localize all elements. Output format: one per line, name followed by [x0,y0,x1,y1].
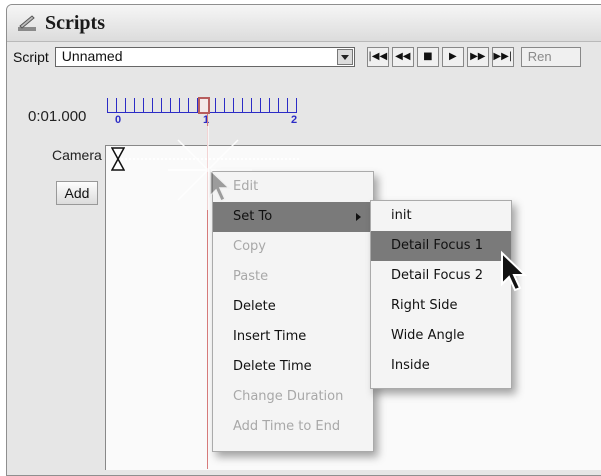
menu-item-delete[interactable]: Delete [213,292,373,322]
rename-button[interactable]: Ren [520,47,581,67]
fast-forward-icon: ▶▶ [470,51,486,62]
script-label: Script [13,49,49,65]
step-forward-button[interactable]: ▶▶ [466,47,489,67]
window-title: Scripts [45,11,105,34]
menu-item-delete-time[interactable]: Delete Time [213,352,373,382]
menu-item-paste: Paste [233,269,269,284]
tick-label-0: 0 [115,114,122,126]
skip-back-icon: |◀◀ [368,51,388,62]
submenu-item-wide-angle[interactable]: Wide Angle [371,321,511,351]
scripts-app-icon [17,13,37,33]
chevron-down-icon[interactable] [336,49,353,65]
go-to-end-button[interactable]: ▶▶| [491,47,514,67]
stop-button[interactable]: ■ [416,47,439,67]
script-select[interactable]: Unnamed [54,47,355,67]
playback-controls: |◀◀ ◀◀ ■ ▶ ▶▶ ▶▶| [366,47,517,67]
add-track-button[interactable]: Add [56,181,98,205]
go-to-start-button[interactable]: |◀◀ [366,47,389,67]
submenu-item-inside[interactable]: Inside [371,351,511,381]
step-back-button[interactable]: ◀◀ [391,47,414,67]
context-menu: Edit Set To Copy Paste Delete Insert Tim… [212,171,374,452]
menu-item-set-to-label: Set To [233,209,273,224]
submenu-item-right-side[interactable]: Right Side [371,291,511,321]
menu-item-set-to[interactable]: Set To [213,202,373,232]
menu-item-edit: Edit [233,179,259,194]
submenu-item-init[interactable]: init [371,201,511,231]
submenu-item-detail-focus-1[interactable]: Detail Focus 1 [371,231,511,261]
menu-item-add-time-to-end: Add Time to End [233,419,341,434]
play-icon: ▶ [448,51,457,62]
camera-track-label: Camera [52,147,102,163]
play-button[interactable]: ▶ [441,47,464,67]
mouse-pointer-icon [499,250,531,298]
timecode-display: 0:01.000 [28,108,87,125]
title-bar[interactable]: Scripts [7,5,601,42]
set-to-submenu: init Detail Focus 1 Detail Focus 2 Right… [370,200,512,389]
toolbar: Script Unnamed |◀◀ ◀◀ ■ ▶ ▶▶ ▶▶| Ren [7,42,601,72]
skip-forward-icon: ▶▶| [493,51,513,62]
mouse-pointer-icon [208,168,234,208]
tick-label-2: 2 [291,114,298,126]
stop-icon: ■ [423,51,433,62]
hourglass-icon[interactable] [110,147,126,175]
rewind-icon: ◀◀ [395,51,411,62]
submenu-arrow-icon [356,213,361,221]
playhead-handle[interactable] [198,97,210,114]
menu-item-insert-time[interactable]: Insert Time [213,322,373,352]
submenu-item-detail-focus-2[interactable]: Detail Focus 2 [371,261,511,291]
menu-item-copy: Copy [233,239,266,254]
script-select-value: Unnamed [61,48,123,64]
menu-item-change-duration: Change Duration [233,389,344,404]
